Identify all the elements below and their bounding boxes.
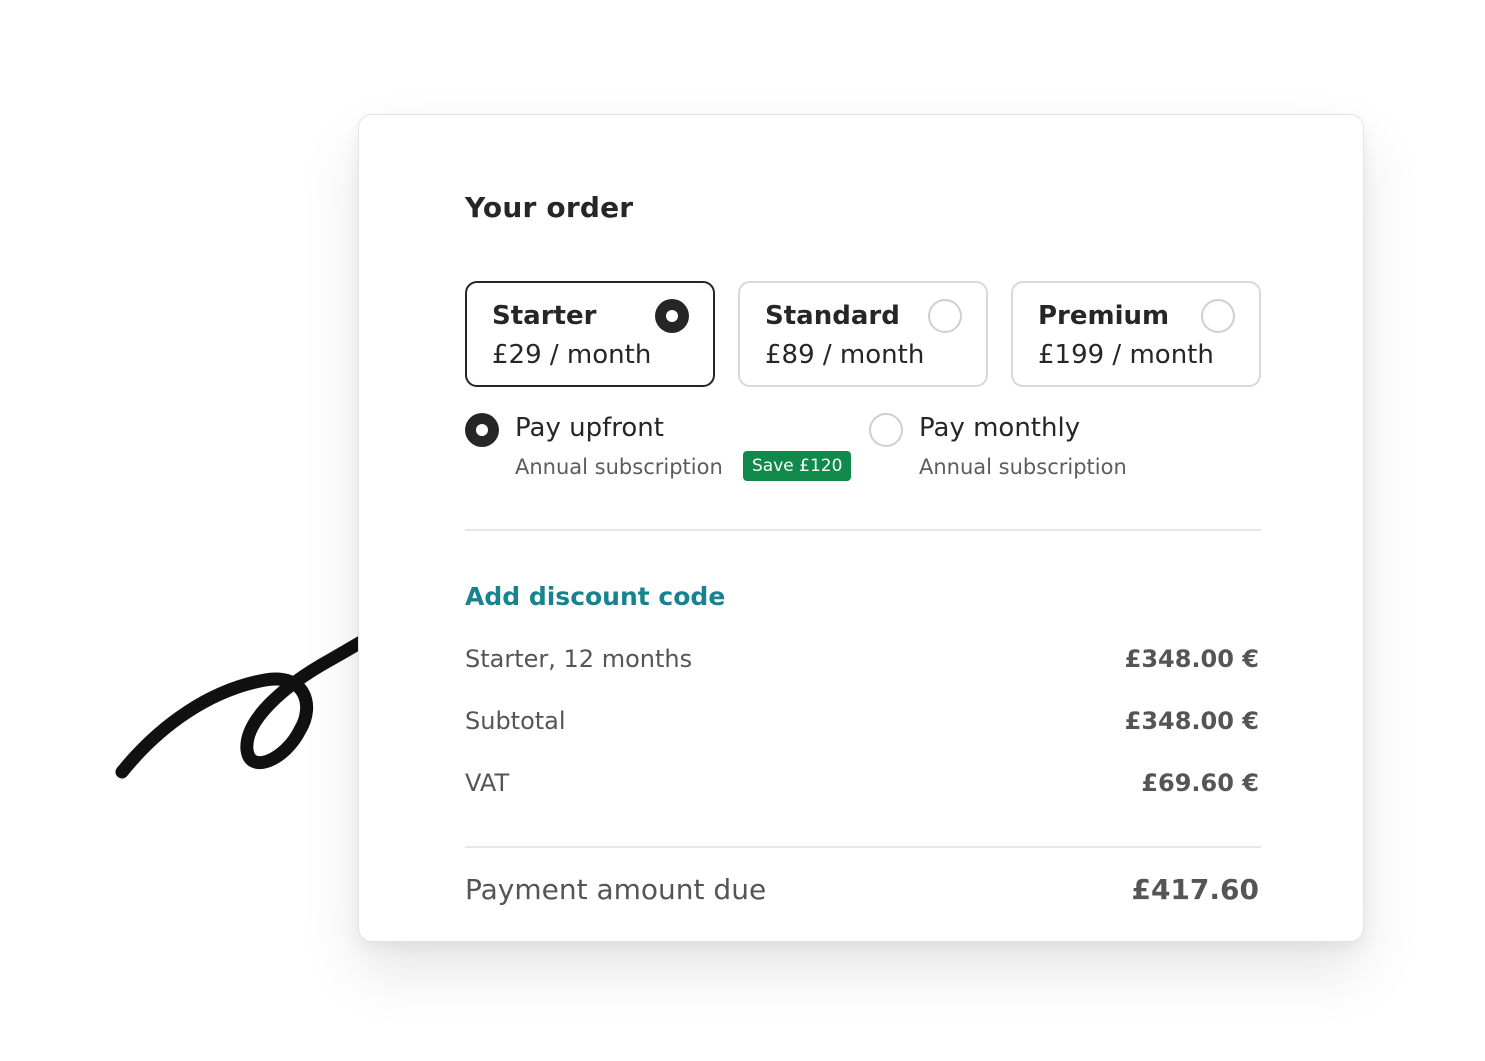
order-card: Your order Starter £29 / month Standard … <box>358 114 1364 942</box>
add-discount-code-link[interactable]: Add discount code <box>465 582 725 611</box>
plan-price: £89 / month <box>765 340 925 370</box>
radio-selected-icon[interactable] <box>465 413 499 447</box>
line-value: £69.60 € <box>1141 769 1259 797</box>
plan-price: £29 / month <box>492 340 652 370</box>
plan-price: £199 / month <box>1038 340 1214 370</box>
plan-option-standard[interactable]: Standard £89 / month <box>738 281 988 387</box>
pay-monthly-option[interactable]: Pay monthly Annual subscription <box>869 413 1169 493</box>
pay-upfront-option[interactable]: Pay upfront Annual subscription Save £12… <box>465 413 865 493</box>
line-item-vat: VAT £69.60 € <box>465 769 1261 801</box>
line-label: Starter, 12 months <box>465 645 693 673</box>
pay-option-label: Pay monthly <box>919 413 1081 443</box>
radio-unselected-icon[interactable] <box>928 299 962 333</box>
plan-name: Premium <box>1038 301 1170 331</box>
line-label: Subtotal <box>465 707 566 735</box>
plan-option-starter[interactable]: Starter £29 / month <box>465 281 715 387</box>
radio-unselected-icon[interactable] <box>869 413 903 447</box>
line-value: £348.00 € <box>1124 645 1259 673</box>
divider <box>465 529 1261 531</box>
line-item-plan: Starter, 12 months £348.00 € <box>465 645 1261 677</box>
pay-option-sublabel: Annual subscription <box>919 455 1127 479</box>
save-badge: Save £120 <box>743 451 852 481</box>
line-value: £348.00 € <box>1124 707 1259 735</box>
total-value: £417.60 <box>1131 873 1259 906</box>
pay-option-sublabel: Annual subscription <box>515 455 723 479</box>
radio-unselected-icon[interactable] <box>1201 299 1235 333</box>
radio-selected-icon[interactable] <box>655 299 689 333</box>
plan-name: Standard <box>765 301 900 331</box>
line-label: VAT <box>465 769 510 797</box>
line-item-subtotal: Subtotal £348.00 € <box>465 707 1261 739</box>
pay-option-label: Pay upfront <box>515 413 664 443</box>
divider <box>465 846 1261 848</box>
order-title: Your order <box>465 191 634 224</box>
total-label: Payment amount due <box>465 873 767 906</box>
plan-option-premium[interactable]: Premium £199 / month <box>1011 281 1261 387</box>
plan-name: Starter <box>492 301 597 331</box>
